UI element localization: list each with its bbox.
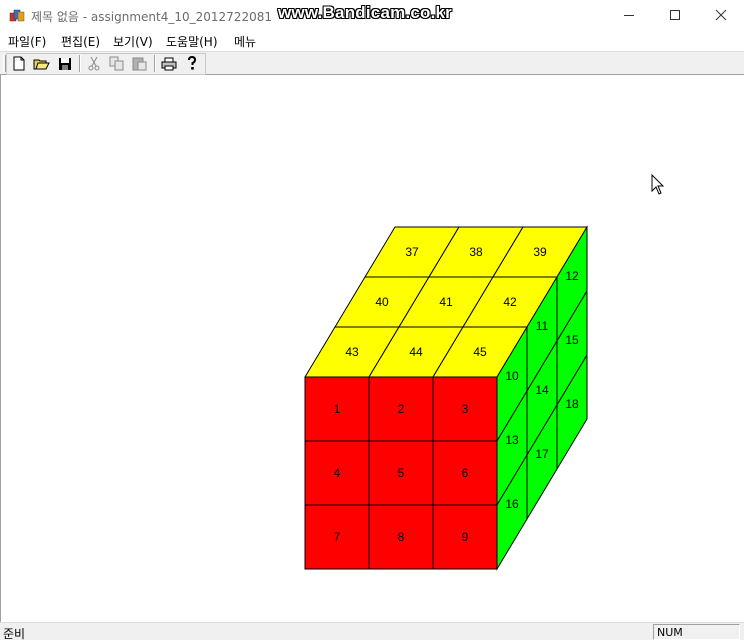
cube-top-label: 40 [375, 295, 389, 309]
cube-front-label: 8 [398, 530, 405, 544]
status-bar: 준비 NUM [0, 622, 744, 640]
cube-front-label: 7 [334, 530, 341, 544]
status-num-pane: NUM [653, 624, 740, 640]
cube-top-label: 38 [469, 245, 483, 259]
cube-top-label: 44 [409, 345, 423, 359]
cube-right-label: 18 [565, 397, 579, 411]
cube-right-label: 12 [565, 269, 579, 283]
cube-front-label: 9 [462, 530, 469, 544]
cube-top-label: 39 [533, 245, 547, 259]
cube-top-label: 41 [439, 295, 453, 309]
document-view[interactable]: 37 38 39 40 41 42 43 44 45 10 11 12 13 14 15 16 17 18 1 2 3 4… [0, 75, 744, 622]
status-text: 준비 [3, 627, 26, 640]
cube-right-label: 14 [535, 383, 549, 397]
cube-right-label: 13 [505, 433, 519, 447]
cube-front-label: 2 [398, 402, 405, 416]
cube-top-label: 45 [473, 345, 487, 359]
num-lock-indicator: NUM [657, 626, 683, 639]
cube-front-label: 5 [398, 466, 405, 480]
cube-front-label: 6 [462, 466, 469, 480]
cube-right-label: 11 [536, 319, 549, 333]
cube-top-label: 37 [405, 245, 419, 259]
cube-top-label: 43 [345, 345, 359, 359]
cube-front-label: 3 [462, 402, 469, 416]
mouse-cursor-icon [651, 174, 665, 195]
cube-right-label: 15 [565, 333, 579, 347]
cube-right-label: 17 [535, 447, 549, 461]
cube-front-label: 1 [334, 402, 341, 416]
cube-right-label: 16 [505, 497, 519, 511]
cube-top-label: 42 [503, 295, 517, 309]
cube-right-label: 10 [505, 369, 519, 383]
cube-front-label: 4 [334, 466, 341, 480]
rubiks-cube-drawing: 37 38 3940 41 4243 44 451011121314151617181 2 34… [304, 225, 588, 571]
